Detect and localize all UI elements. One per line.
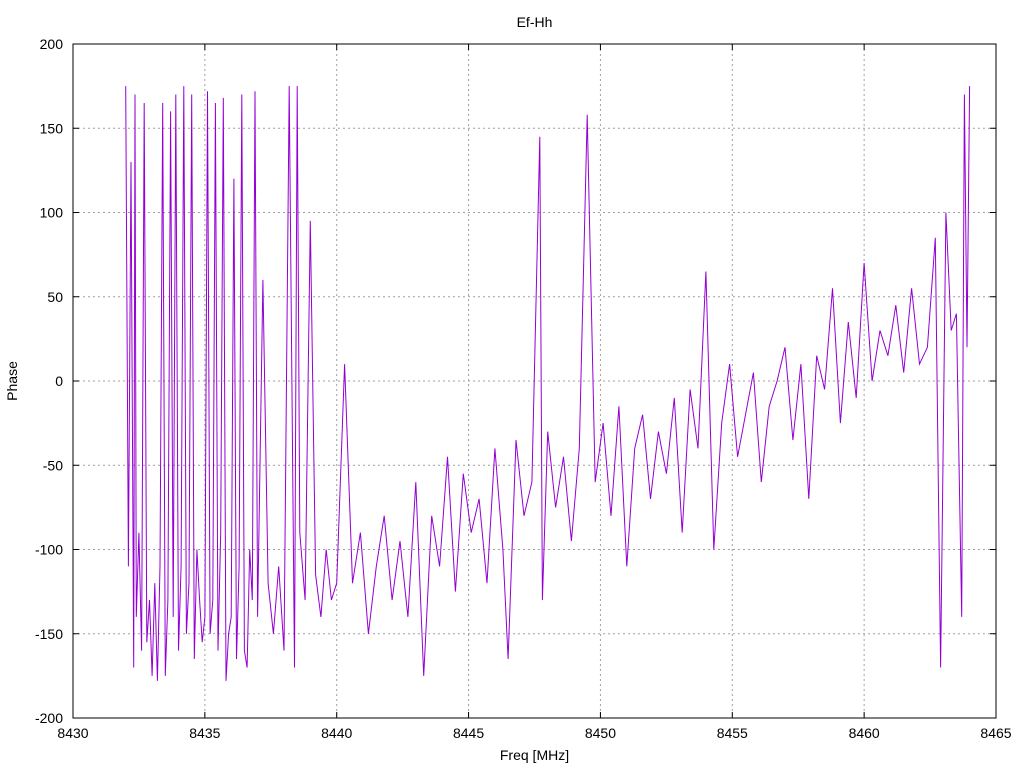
y-tick-label: -50: [43, 457, 63, 473]
x-tick-label: 8455: [717, 725, 748, 741]
x-axis-label: Freq [MHz]: [500, 747, 569, 763]
y-tick-label: -100: [35, 542, 63, 558]
chart-title: Ef-Hh: [517, 14, 553, 30]
x-tick-label: 8445: [453, 725, 484, 741]
x-tick-label: 8460: [849, 725, 880, 741]
phase-series-line: [125, 86, 971, 681]
series-layer: [125, 86, 971, 681]
y-axis-label: Phase: [4, 361, 20, 401]
y-tick-label: 0: [55, 373, 63, 389]
y-tick-label: 100: [40, 205, 64, 221]
y-tick-label: 50: [47, 289, 63, 305]
x-tick-label: 8435: [189, 725, 220, 741]
y-tick-label: 200: [40, 36, 64, 52]
y-tick-label: -200: [35, 710, 63, 726]
phase-chart: 8430 8435 8440 8445 8450 8455 8460 8465 -200 -150…: [4, 14, 1012, 763]
x-tick-label: 8440: [321, 725, 352, 741]
y-tick-label: 150: [40, 120, 64, 136]
x-tick-label: 8430: [57, 725, 88, 741]
x-tick-label: 8465: [980, 725, 1011, 741]
ticks: 8430 8435 8440 8445 8450 8455 8460 8465 -200 -150…: [35, 36, 1012, 741]
x-tick-label: 8450: [585, 725, 616, 741]
y-tick-label: -150: [35, 626, 63, 642]
